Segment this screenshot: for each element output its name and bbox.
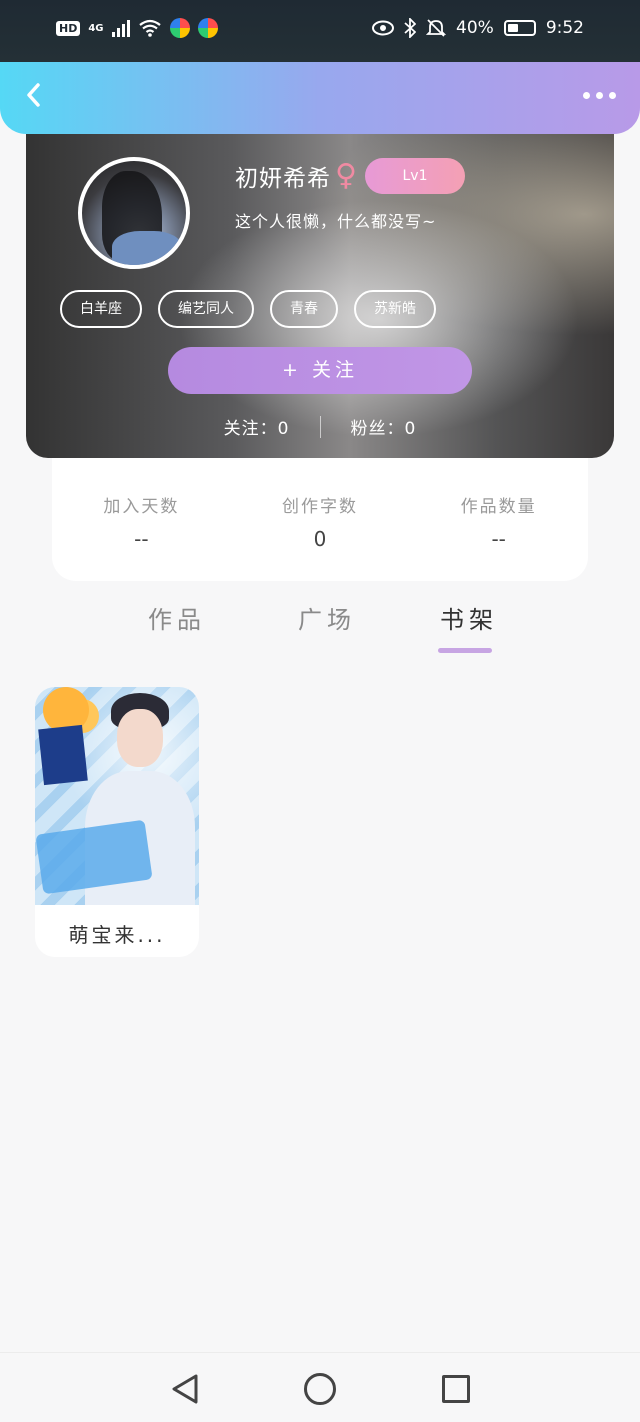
eye-icon	[372, 20, 395, 36]
more-horizontal-icon	[583, 92, 590, 99]
chevron-left-icon	[27, 83, 40, 107]
user-name: 初妍希希	[235, 166, 331, 192]
stat-word-count: 创作字数 0	[231, 458, 410, 581]
stat-value: --	[134, 527, 149, 551]
bookshelf-item[interactable]: 萌宝来...	[35, 687, 199, 957]
square-recents-icon[interactable]	[442, 1375, 470, 1403]
stat-value: --	[491, 527, 506, 551]
app-notification-icon	[197, 18, 218, 38]
stat-label: 创作字数	[282, 497, 358, 517]
tag-list: 白羊座 编艺同人 青春 苏新皓	[60, 290, 436, 328]
divider	[319, 415, 321, 438]
tag-chip[interactable]: 白羊座	[60, 290, 142, 328]
top-nav-bar	[0, 62, 640, 134]
following-count[interactable]: 关注：0	[224, 414, 290, 439]
bluetooth-icon	[404, 18, 417, 38]
avatar[interactable]	[78, 157, 190, 269]
tag-chip[interactable]: 青春	[270, 290, 338, 328]
tab-square[interactable]: 广场	[298, 600, 356, 635]
tag-chip[interactable]: 苏新皓	[354, 290, 436, 328]
battery-percent: 40%	[456, 18, 494, 38]
more-horizontal-icon	[609, 92, 616, 99]
female-icon: ♀	[335, 158, 357, 193]
profile-tabs: 作品 广场 书架	[0, 600, 640, 660]
name-row: 初妍希希 ♀ Lv1	[235, 158, 465, 194]
app-notification-icon	[169, 18, 190, 38]
active-tab-indicator	[438, 648, 492, 653]
tab-bookshelf[interactable]: 书架	[440, 600, 498, 635]
stat-works-count: 作品数量 --	[409, 458, 588, 581]
more-horizontal-icon	[596, 92, 603, 99]
stat-label: 加入天数	[103, 497, 180, 517]
level-badge: Lv1	[364, 158, 465, 194]
signal-icon	[111, 19, 130, 37]
system-navigation-bar	[0, 1352, 640, 1422]
back-button[interactable]	[18, 80, 50, 112]
tag-chip[interactable]: 编艺同人	[158, 290, 254, 328]
clock: 9:52	[545, 18, 584, 38]
status-right: 40% 9:52	[372, 18, 584, 38]
follow-counts: 关注：0 粉丝：0	[26, 414, 614, 439]
stat-join-days: 加入天数 --	[52, 458, 231, 581]
more-button[interactable]	[583, 92, 616, 99]
status-left: HD 4G	[56, 18, 218, 38]
book-cover	[35, 687, 199, 905]
follow-button[interactable]: + 关注	[168, 347, 472, 394]
stat-value: 0	[313, 527, 327, 551]
book-title: 萌宝来...	[68, 923, 166, 947]
wifi-icon	[138, 19, 161, 37]
stats-card: 加入天数 -- 创作字数 0 作品数量 --	[52, 458, 588, 581]
network-type: 4G	[88, 22, 104, 34]
mute-bell-icon	[426, 19, 447, 37]
hd-indicator: HD	[56, 20, 81, 36]
followers-count[interactable]: 粉丝：0	[351, 414, 417, 439]
user-bio: 这个人很懒，什么都没写~	[235, 212, 437, 231]
avatar-shirt	[112, 231, 182, 265]
stat-label: 作品数量	[460, 497, 537, 517]
circle-home-icon[interactable]	[304, 1373, 336, 1405]
status-bar: HD 4G 40% 9:52	[0, 0, 640, 62]
tab-works[interactable]: 作品	[148, 600, 206, 635]
battery-icon	[503, 20, 536, 36]
profile-header: 初妍希希 ♀ Lv1 这个人很懒，什么都没写~ 白羊座 编艺同人 青春 苏新皓 …	[26, 110, 614, 458]
triangle-back-icon[interactable]	[170, 1373, 200, 1405]
